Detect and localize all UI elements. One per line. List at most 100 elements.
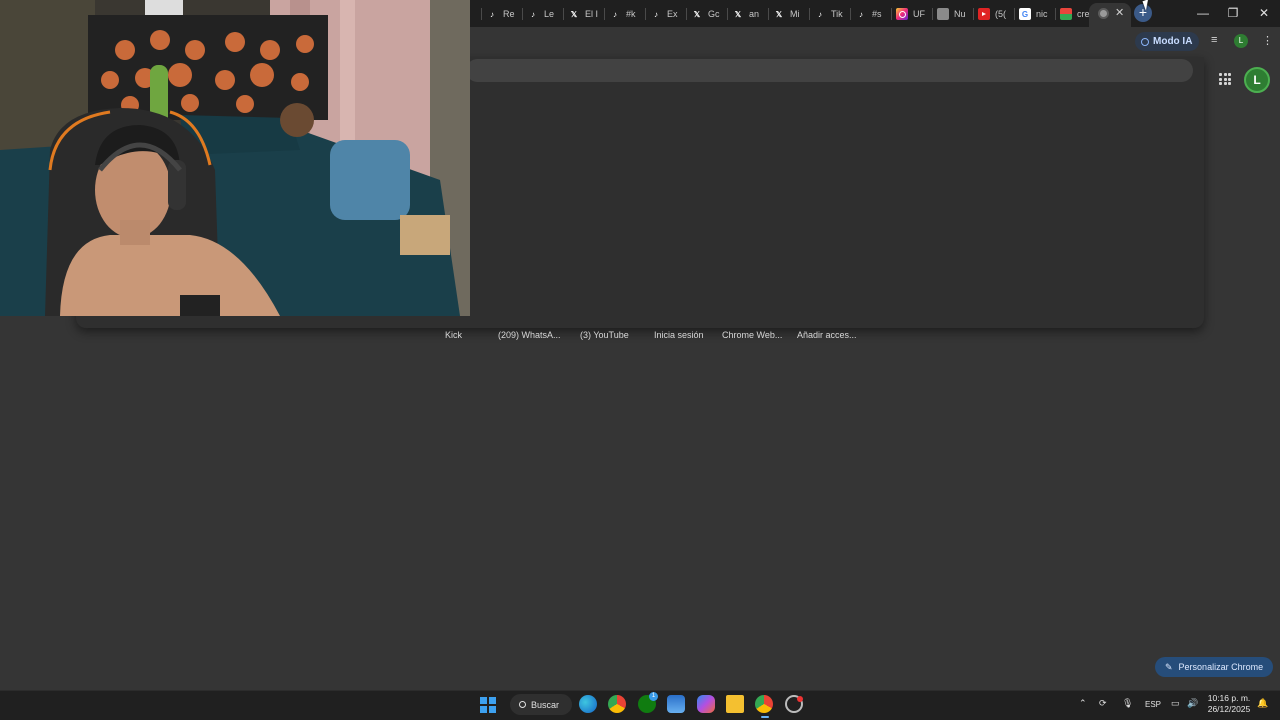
- xbox-notification-badge: 1: [649, 692, 658, 701]
- browser-tab[interactable]: ♪ #k: [609, 4, 642, 24]
- tab-label: UF: [913, 9, 925, 19]
- taskbar-search-label: Buscar: [531, 699, 560, 710]
- tab-separator: [1014, 8, 1015, 20]
- shortcut-sign-in[interactable]: Inicia sesión: [654, 330, 704, 340]
- tab-label: #k: [626, 9, 636, 19]
- youtube-icon: [978, 8, 990, 20]
- customize-chrome-label: Personalizar Chrome: [1178, 662, 1264, 672]
- copilot-icon[interactable]: [697, 695, 715, 713]
- account-avatar[interactable]: L: [1244, 67, 1270, 93]
- tab-separator: [891, 8, 892, 20]
- tab-label: #s: [872, 9, 882, 19]
- tiktok-icon: ♪: [654, 9, 658, 19]
- tab-label: (5(: [995, 9, 1006, 19]
- x-icon: 𝕏: [570, 9, 578, 19]
- tab-separator: [850, 8, 851, 20]
- tab-separator: [809, 8, 810, 20]
- tab-separator: [768, 8, 769, 20]
- tab-label: Tik: [831, 9, 843, 19]
- tab-separator: [563, 8, 564, 20]
- windows-start-icon[interactable]: [480, 697, 496, 713]
- close-tab-icon[interactable]: ✕: [1115, 6, 1124, 19]
- profile-avatar[interactable]: L: [1234, 34, 1248, 48]
- browser-tab[interactable]: ♪ Tik: [814, 4, 847, 24]
- browser-tab[interactable]: ♪ Re: [486, 4, 519, 24]
- tab-label: Nu: [954, 9, 966, 19]
- browser-tab[interactable]: Nu: [937, 4, 970, 24]
- browser-tab[interactable]: nic: [1019, 4, 1052, 24]
- clock-date: 26/12/2025: [1207, 704, 1251, 714]
- taskbar-search-button[interactable]: Buscar: [510, 694, 572, 715]
- search-input[interactable]: [466, 59, 1193, 82]
- tab-label: Ex: [667, 9, 678, 19]
- tiktok-icon: ♪: [613, 9, 617, 19]
- photos-icon[interactable]: [667, 695, 685, 713]
- chevron-up-icon[interactable]: ⌃: [1079, 698, 1087, 709]
- tab-separator: [973, 8, 974, 20]
- x-icon: 𝕏: [693, 9, 701, 19]
- browser-tab[interactable]: 𝕏 Gc: [691, 4, 724, 24]
- search-icon: [519, 701, 526, 708]
- tiktok-icon: ♪: [531, 9, 535, 19]
- tab-separator: [522, 8, 523, 20]
- active-app-indicator: [761, 716, 769, 718]
- microphone-icon[interactable]: 🎙: [1122, 698, 1133, 709]
- recording-indicator: [797, 696, 803, 702]
- ai-mode-label: Modo IA: [1153, 36, 1193, 47]
- chrome-icon[interactable]: [608, 695, 626, 713]
- taskbar-clock[interactable]: 10:16 p. m. 26/12/2025: [1204, 693, 1254, 715]
- google-apps-icon[interactable]: [1219, 73, 1231, 85]
- globe-icon: [937, 8, 949, 20]
- chrome-active-icon[interactable]: [755, 695, 773, 713]
- tab-label: El I: [585, 9, 599, 19]
- notifications-icon[interactable]: 🔔: [1257, 698, 1268, 709]
- active-tab[interactable]: ✕: [1089, 3, 1131, 27]
- browser-tab[interactable]: 𝕏an: [732, 4, 765, 24]
- browser-tab[interactable]: ♪ Ex: [650, 4, 683, 24]
- tab-label: Le: [544, 9, 555, 19]
- tab-label: Mi: [790, 9, 800, 19]
- sync-icon[interactable]: ⟳: [1099, 698, 1107, 709]
- webcam-overlay: [0, 0, 470, 316]
- ai-mode-button[interactable]: Modo IA: [1135, 32, 1200, 51]
- instagram-icon: [896, 8, 908, 20]
- tiktok-icon: ♪: [490, 9, 494, 19]
- network-icon[interactable]: ▭: [1171, 698, 1180, 709]
- volume-icon[interactable]: 🔊: [1187, 698, 1198, 709]
- shortcut-add[interactable]: Añadir acces...: [797, 330, 857, 340]
- tab-separator: [686, 8, 687, 20]
- menu-icon[interactable]: ⋮: [1262, 34, 1273, 47]
- x-icon: 𝕏: [734, 9, 742, 19]
- language-indicator[interactable]: ESP: [1145, 700, 1161, 709]
- browser-tab[interactable]: (5(: [978, 4, 1011, 24]
- tab-label: nic: [1036, 9, 1048, 19]
- browser-tab[interactable]: 𝕏 Mi: [773, 4, 806, 24]
- clock-time: 10:16 p. m.: [1207, 693, 1251, 703]
- close-window-button[interactable]: ✕: [1249, 4, 1279, 22]
- chrome-icon: [1098, 8, 1109, 19]
- browser-tab[interactable]: 𝕏 El I: [568, 4, 601, 24]
- tab-separator: [932, 8, 933, 20]
- webcam-scene: [0, 0, 470, 316]
- restore-button[interactable]: ❐: [1218, 4, 1248, 22]
- file-explorer-icon[interactable]: [726, 695, 744, 713]
- shortcut-kick[interactable]: Kick: [445, 330, 462, 340]
- tiktok-icon: ♪: [859, 9, 863, 19]
- google-icon: [1019, 8, 1031, 20]
- customize-chrome-button[interactable]: ✎ Personalizar Chrome: [1155, 657, 1274, 677]
- minimize-button[interactable]: —: [1188, 4, 1218, 22]
- shortcut-youtube[interactable]: (3) YouTube: [580, 330, 629, 340]
- browser-tab[interactable]: ♪ #s: [855, 4, 888, 24]
- shortcut-whatsapp[interactable]: (209) WhatsA...: [498, 330, 561, 340]
- reading-list-icon[interactable]: ≡: [1211, 34, 1217, 46]
- browser-tab[interactable]: UF: [896, 4, 929, 24]
- shortcut-chrome-web-store[interactable]: Chrome Web...: [722, 330, 782, 340]
- edge-icon[interactable]: [579, 695, 597, 713]
- tab-label: an: [749, 9, 760, 19]
- x-icon: 𝕏: [775, 9, 783, 19]
- browser-tab[interactable]: ♪ Le: [527, 4, 560, 24]
- search-icon: [1141, 37, 1149, 46]
- pencil-icon: ✎: [1165, 661, 1173, 672]
- tab-separator: [1055, 8, 1056, 20]
- tab-separator: [481, 8, 482, 20]
